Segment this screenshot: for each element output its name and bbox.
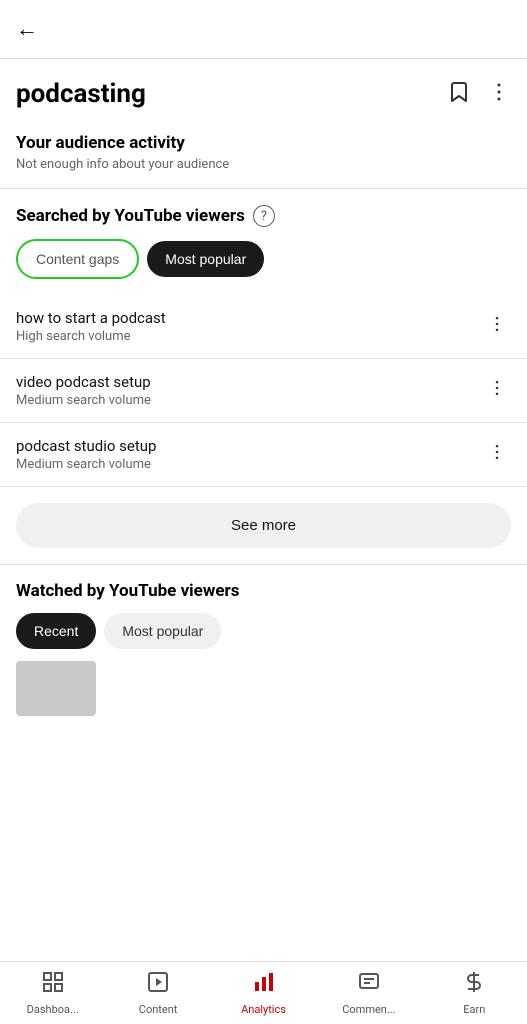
nav-content[interactable]: Content [105,964,210,1022]
bookmark-icon[interactable] [447,80,471,109]
tab-most-popular-watched[interactable]: Most popular [104,613,221,649]
tab-content-gaps[interactable]: Content gaps [16,239,139,279]
search-item-subtitle-3: Medium search volume [16,457,156,472]
watched-tabs: Recent Most popular [16,613,511,649]
nav-earn-label: Earn [463,1003,485,1016]
page-title-row: podcasting [0,59,527,117]
search-item: podcast studio setup Medium search volum… [0,423,527,487]
bar-chart-icon [252,970,276,1000]
dollar-icon [462,970,486,1000]
audience-title: Your audience activity [16,133,511,153]
header: ← [0,0,527,59]
audience-section: Your audience activity Not enough info a… [0,117,527,188]
search-item-subtitle-2: Medium search volume [16,393,151,408]
audience-subtitle: Not enough info about your audience [16,157,511,172]
search-item: video podcast setup Medium search volume [0,359,527,423]
searched-title: Searched by YouTube viewers [16,206,245,226]
item-more-icon-3[interactable] [483,438,511,471]
nav-comments-label: Commen... [342,1003,395,1016]
search-item-title-1: how to start a podcast [16,309,166,327]
search-items-list: how to start a podcast High search volum… [0,295,527,487]
watched-title: Watched by YouTube viewers [16,581,511,601]
item-more-icon-1[interactable] [483,310,511,343]
search-item: how to start a podcast High search volum… [0,295,527,359]
nav-content-label: Content [139,1003,178,1016]
comment-icon [357,970,381,1000]
see-more-button[interactable]: See more [16,503,511,548]
searched-header: Searched by YouTube viewers ? [0,189,527,239]
more-vertical-icon[interactable] [487,80,511,109]
nav-comments[interactable]: Commen... [316,964,421,1022]
tab-most-popular[interactable]: Most popular [147,241,264,277]
nav-dashboard-label: Dashboa... [27,1003,79,1016]
search-item-subtitle-1: High search volume [16,329,166,344]
nav-analytics[interactable]: Analytics [211,964,316,1022]
title-icons [447,80,511,109]
tabs-row: Content gaps Most popular [0,239,527,295]
search-item-title-2: video podcast setup [16,373,151,391]
nav-analytics-label: Analytics [241,1003,286,1016]
play-icon [146,970,170,1000]
back-button[interactable]: ← [16,12,46,46]
page-title: podcasting [16,79,146,109]
help-icon[interactable]: ? [253,205,275,227]
tab-recent[interactable]: Recent [16,613,96,649]
bottom-nav: Dashboa... Content Analytics Commen... [0,961,527,1024]
nav-dashboard[interactable]: Dashboa... [0,964,105,1022]
search-item-title-3: podcast studio setup [16,437,156,455]
item-more-icon-2[interactable] [483,374,511,407]
watched-section: Watched by YouTube viewers Recent Most p… [0,565,527,716]
nav-earn[interactable]: Earn [422,964,527,1022]
thumbnail-image [16,661,96,716]
grid-icon [41,970,65,1000]
